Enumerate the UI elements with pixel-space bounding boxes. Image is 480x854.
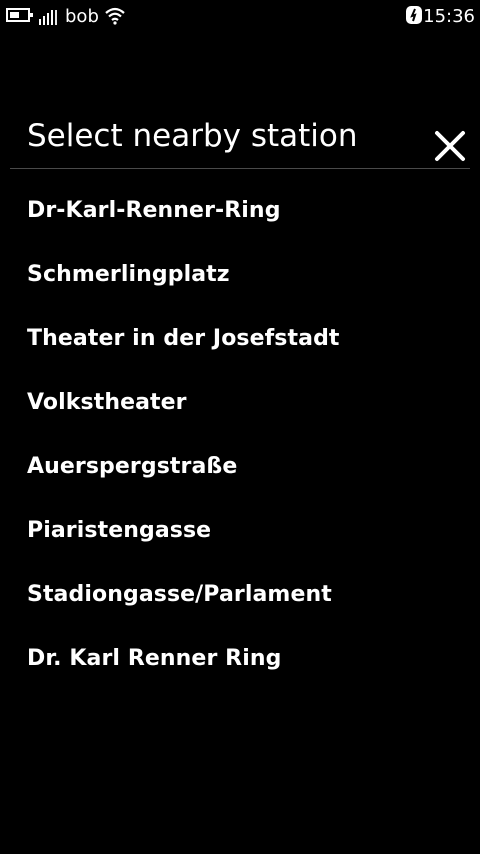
status-bar: bob 15:36: [0, 0, 480, 34]
station-item-dr-karl-renner-ring[interactable]: Dr-Karl-Renner-Ring: [0, 178, 480, 242]
station-label: Schmerlingplatz: [27, 261, 230, 287]
station-item-stadiongasse-parlament[interactable]: Stadiongasse/Parlament: [0, 562, 480, 626]
station-item-theater-in-der-josefstadt[interactable]: Theater in der Josefstadt: [0, 306, 480, 370]
station-label: Dr-Karl-Renner-Ring: [27, 197, 281, 223]
station-item-volkstheater[interactable]: Volkstheater: [0, 370, 480, 434]
close-icon: [435, 131, 465, 161]
station-item-schmerlingplatz[interactable]: Schmerlingplatz: [0, 242, 480, 306]
operator-name: bob: [65, 6, 99, 27]
station-label: Volkstheater: [27, 389, 187, 415]
clock-time: 15:36: [423, 6, 475, 27]
close-button[interactable]: [430, 126, 470, 166]
signal-icon: [39, 9, 59, 25]
station-item-auerspergstrasse[interactable]: Auerspergstraße: [0, 434, 480, 498]
clock-app-icon: [406, 6, 422, 24]
station-list: Dr-Karl-Renner-Ring Schmerlingplatz Thea…: [0, 178, 480, 690]
dialog-title: Select nearby station: [27, 118, 358, 154]
station-label: Theater in der Josefstadt: [27, 325, 340, 351]
station-item-dr-karl-renner-ring-2[interactable]: Dr. Karl Renner Ring: [0, 626, 480, 690]
station-label: Stadiongasse/Parlament: [27, 581, 332, 607]
station-label: Auerspergstraße: [27, 453, 238, 479]
battery-icon: [6, 8, 33, 22]
station-label: Dr. Karl Renner Ring: [27, 645, 282, 671]
station-item-piaristengasse[interactable]: Piaristengasse: [0, 498, 480, 562]
wifi-icon: [105, 7, 125, 25]
station-label: Piaristengasse: [27, 517, 212, 543]
header-divider: [10, 168, 470, 169]
